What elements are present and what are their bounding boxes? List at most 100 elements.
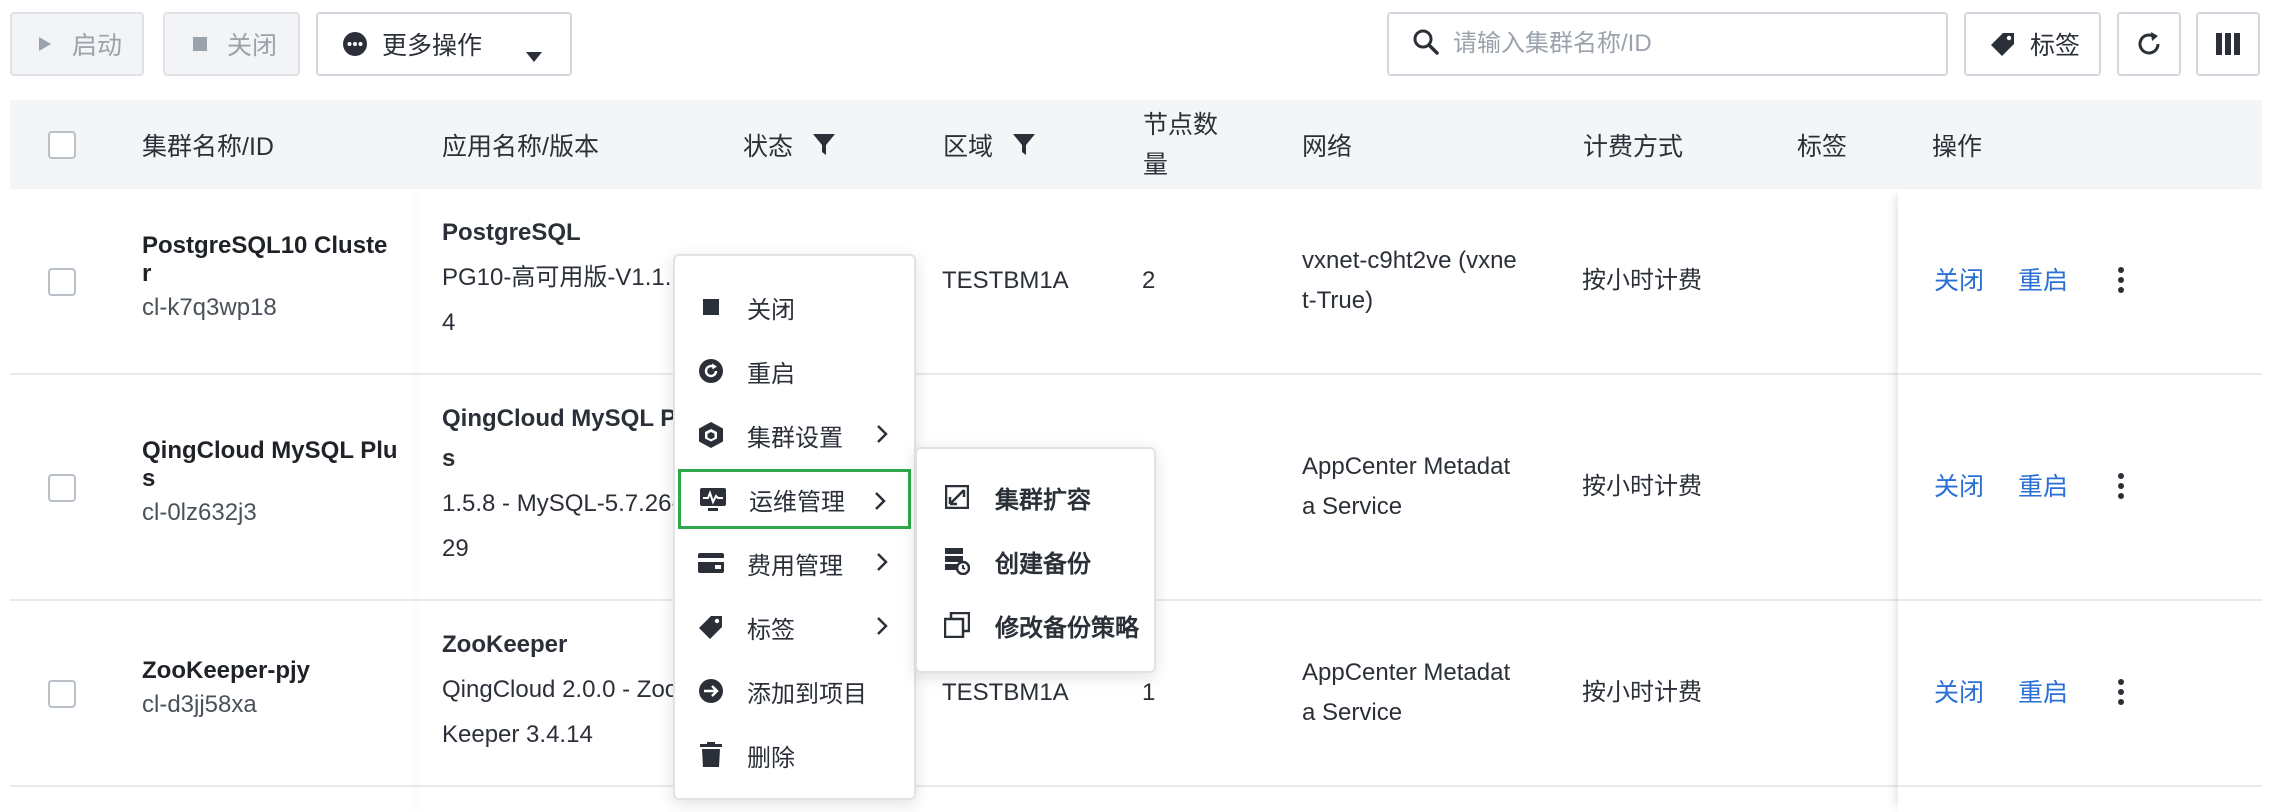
cluster-name-line1: ZooKeeper-pjy	[142, 657, 311, 684]
menu-item-label: 重启	[747, 360, 795, 388]
submenu-item-modify-backup-policy[interactable]: 修改备份策略	[921, 597, 1152, 653]
cluster-id: cl-k7q3wp18	[142, 294, 277, 321]
table-row[interactable]	[10, 787, 2262, 812]
close-link[interactable]: 关闭	[1934, 261, 1984, 301]
chevron-right-icon	[876, 551, 888, 579]
ops-submenu: 集群扩容 创建备份 修改备份策略	[915, 447, 1156, 673]
chevron-right-icon	[876, 615, 888, 643]
start-button[interactable]: 启动	[10, 12, 144, 76]
header-zone-label: 区域	[943, 132, 994, 161]
submenu-item-label: 创建备份	[995, 550, 1091, 578]
nodes-cell: 2	[1142, 267, 1156, 294]
app-version-line1: 1.5.8 - MySQL-5.7.26-	[442, 490, 680, 517]
header-actions: 操作	[1932, 132, 1983, 161]
filter-icon[interactable]	[813, 133, 836, 156]
menu-item-tags[interactable]: 标签	[679, 599, 910, 655]
monitor-icon	[699, 485, 727, 513]
submenu-item-label: 集群扩容	[995, 486, 1091, 514]
row-checkbox[interactable]	[48, 268, 76, 296]
app-cell: ZooKeeper QingCloud 2.0.0 - Zoo Keeper 3…	[442, 625, 678, 755]
menu-item-cluster-settings[interactable]: 集群设置	[679, 407, 910, 463]
menu-item-label: 费用管理	[747, 552, 843, 580]
play-icon	[38, 36, 52, 52]
menu-item-add-to-project[interactable]: 添加到项目	[679, 663, 910, 719]
network-line1: AppCenter Metadat	[1302, 453, 1511, 480]
app-name-line2: s	[442, 445, 456, 472]
app-version-line2: Keeper 3.4.14	[442, 721, 593, 748]
table-header: 集群名称/ID 应用名称/版本 状态 区域 节点数 量 网络 计费方式 标签 操…	[10, 100, 2262, 189]
menu-item-delete[interactable]: 删除	[679, 727, 910, 783]
columns-icon	[2215, 31, 2241, 57]
menu-item-billing-management[interactable]: 费用管理	[679, 535, 910, 591]
header-zone[interactable]: 区域	[943, 100, 1036, 189]
menu-item-label: 删除	[747, 744, 795, 772]
more-dots-icon	[342, 31, 368, 57]
header-billing: 计费方式	[1583, 132, 1684, 161]
filter-icon[interactable]	[1013, 133, 1036, 156]
app-version-line2: 29	[442, 535, 469, 562]
search-box[interactable]	[1387, 12, 1948, 76]
network-line1: AppCenter Metadat	[1302, 659, 1511, 686]
close-button[interactable]: 关闭	[163, 12, 300, 76]
close-button-label: 关闭	[227, 32, 278, 60]
more-vertical-icon[interactable]	[2118, 679, 2124, 709]
restart-icon	[697, 357, 725, 385]
arrow-circle-icon	[697, 677, 725, 705]
menu-item-label: 运维管理	[749, 488, 845, 516]
network-line2: a Service	[1302, 699, 1403, 726]
copy-icon	[943, 611, 971, 639]
app-name: PostgreSQL	[442, 219, 581, 246]
cluster-name-line1: PostgreSQL10 Cluste	[142, 232, 388, 259]
header-nodes: 节点数 量	[1143, 100, 1218, 189]
cluster-name-line2: r	[142, 260, 152, 287]
header-app: 应用名称/版本	[442, 132, 599, 161]
stop-icon	[697, 293, 725, 321]
restart-link[interactable]: 重启	[2018, 467, 2068, 507]
column-settings-button[interactable]	[2196, 12, 2260, 76]
network-line2: t-True)	[1302, 287, 1374, 314]
search-input[interactable]	[1453, 30, 1933, 58]
header-network: 网络	[1302, 132, 1353, 161]
chevron-right-icon	[874, 490, 886, 518]
zone-cell: TESTBM1A	[942, 679, 1069, 706]
billing-cell: 按小时计费	[1582, 679, 1702, 706]
cluster-name-cell: PostgreSQL10 Cluste r cl-k7q3wp18	[142, 232, 387, 328]
submenu-item-scale[interactable]: 集群扩容	[921, 469, 1152, 525]
close-link[interactable]: 关闭	[1934, 673, 1984, 713]
network-line1: vxnet-c9ht2ve (vxne	[1302, 247, 1517, 274]
close-link[interactable]: 关闭	[1934, 467, 1984, 507]
cluster-name-line1: QingCloud MySQL Plu	[142, 437, 398, 464]
row-checkbox[interactable]	[48, 474, 76, 502]
start-button-label: 启动	[72, 32, 123, 60]
menu-item-close[interactable]: 关闭	[679, 279, 910, 335]
restart-link[interactable]: 重启	[2018, 673, 2068, 713]
header-status-label: 状态	[743, 132, 794, 161]
restart-link[interactable]: 重启	[2018, 261, 2068, 301]
refresh-button[interactable]	[2117, 12, 2181, 76]
header-status[interactable]: 状态	[743, 100, 836, 189]
trash-icon	[697, 741, 725, 769]
cluster-name-line2: s	[142, 465, 156, 492]
select-all-checkbox[interactable]	[48, 131, 76, 159]
more-actions-button[interactable]: 更多操作	[316, 12, 572, 76]
app-cell: PostgreSQL PG10-高可用版-V1.1. 4	[442, 213, 671, 343]
backup-icon	[943, 547, 971, 575]
more-vertical-icon[interactable]	[2118, 267, 2124, 297]
cube-icon	[697, 421, 725, 449]
app-name: ZooKeeper	[442, 631, 568, 658]
tag-button[interactable]: 标签	[1964, 12, 2101, 76]
menu-item-ops-management[interactable]: 运维管理	[678, 469, 911, 529]
row-checkbox[interactable]	[48, 680, 76, 708]
app-version-line1: PG10-高可用版-V1.1.	[442, 264, 672, 291]
cluster-name-cell: ZooKeeper-pjy cl-d3jj58xa	[142, 657, 310, 725]
network-cell: AppCenter Metadat a Service	[1302, 653, 1510, 733]
network-cell: AppCenter Metadat a Service	[1302, 447, 1510, 527]
menu-item-restart[interactable]: 重启	[679, 343, 910, 399]
header-nodes-line1: 节点数	[1143, 110, 1219, 139]
more-vertical-icon[interactable]	[2118, 473, 2124, 503]
submenu-item-create-backup[interactable]: 创建备份	[921, 533, 1152, 589]
refresh-icon	[2135, 30, 2163, 58]
menu-item-label: 关闭	[747, 296, 795, 324]
network-line2: a Service	[1302, 493, 1403, 520]
table-row[interactable]: PostgreSQL10 Cluste r cl-k7q3wp18 Postgr…	[10, 189, 2262, 375]
